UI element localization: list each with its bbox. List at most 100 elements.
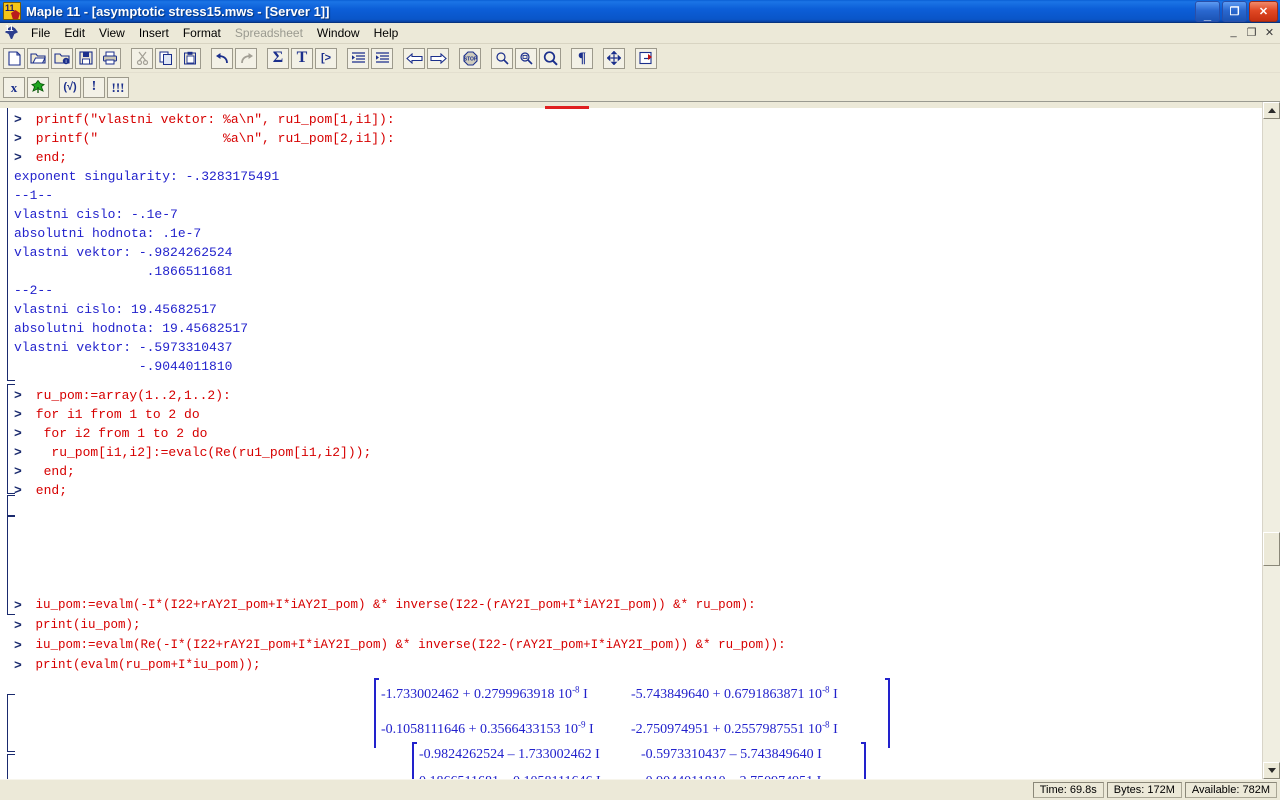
worksheet-canvas[interactable]: > printf("vlastni vektor: %a\n", ru1_pom… bbox=[0, 102, 1262, 779]
mdi-restore-button[interactable]: ❐ bbox=[1244, 25, 1259, 39]
status-time: Time: 69.8s bbox=[1032, 782, 1104, 798]
execution-group[interactable]: > iu_pom:=evalm(Re(-I*(I22+rAY2I_pom+I*i… bbox=[0, 636, 1262, 655]
scrollbar-track[interactable] bbox=[1263, 119, 1280, 762]
input-line[interactable]: > print(evalm(ru_pom+I*iu_pom)); bbox=[0, 656, 1262, 675]
new-document-button[interactable] bbox=[3, 47, 25, 69]
zoom-in-button[interactable] bbox=[539, 47, 561, 69]
toolbar-separator bbox=[482, 48, 490, 68]
execution-group[interactable]: > print(evalm(ru_pom+I*iu_pom)); bbox=[0, 656, 1262, 675]
menu-view[interactable]: View bbox=[92, 24, 132, 42]
restart-button[interactable] bbox=[635, 47, 657, 69]
matrix-row: -0.9824262524 – 1.733002462 I -0.5973310… bbox=[419, 742, 859, 768]
toolbar-separator bbox=[50, 77, 58, 97]
matrix-row: -1.733002462 + 0.2799963918 10-8 I -5.74… bbox=[381, 678, 883, 712]
output-line: absolutni hodnota: 19.45682517 bbox=[14, 321, 249, 336]
save-button[interactable] bbox=[75, 47, 97, 69]
output-line: vlastni vektor: -.9824262524 bbox=[14, 245, 233, 260]
partial-input-line bbox=[545, 106, 589, 109]
undo-button[interactable] bbox=[211, 47, 233, 69]
document-maple-icon: 11 bbox=[3, 24, 20, 41]
close-icon: ✕ bbox=[1258, 5, 1269, 18]
zoom-fit-button[interactable] bbox=[515, 47, 537, 69]
pan-button[interactable] bbox=[603, 47, 625, 69]
svg-text:i: i bbox=[65, 59, 66, 65]
output-line: -.9044011810 bbox=[14, 359, 233, 374]
menu-window[interactable]: Window bbox=[310, 24, 367, 42]
minimize-button[interactable]: _ bbox=[1195, 1, 1220, 22]
execute-all-button[interactable]: !!! bbox=[107, 76, 129, 98]
context-toolbar: x (√) ! !!! bbox=[0, 73, 1280, 102]
paste-button[interactable] bbox=[179, 47, 201, 69]
menu-file[interactable]: File bbox=[24, 24, 57, 42]
input-line[interactable]: > printf(" %a\n", ru1_pom[2,i1]): bbox=[0, 129, 1262, 148]
maple-application-window: 11 Maple 11 - [asymptotic stress15.mws -… bbox=[0, 0, 1280, 800]
input-line[interactable]: > end; bbox=[0, 462, 1262, 481]
input-line[interactable]: > for i1 from 1 to 2 do bbox=[0, 405, 1262, 424]
execution-group[interactable]: > ru_pom:=array(1..2,1..2): > for i1 fro… bbox=[0, 386, 1262, 500]
execution-group[interactable]: > print(iu_pom); bbox=[0, 616, 1262, 635]
maximize-button[interactable]: ❐ bbox=[1222, 1, 1247, 22]
show-marks-button[interactable]: ¶ bbox=[571, 47, 593, 69]
scrollbar-thumb[interactable] bbox=[1263, 532, 1280, 566]
toolbar-separator bbox=[338, 48, 346, 68]
minimize-icon: _ bbox=[1203, 7, 1212, 22]
remove-output-button[interactable]: x bbox=[3, 76, 25, 98]
zoom-out-button[interactable] bbox=[491, 47, 513, 69]
input-line[interactable]: > end; bbox=[0, 481, 1262, 500]
toolbar-separator bbox=[258, 48, 266, 68]
print-button[interactable] bbox=[99, 47, 121, 69]
menu-edit[interactable]: Edit bbox=[57, 24, 92, 42]
scroll-down-arrow-icon bbox=[1267, 768, 1276, 773]
input-line[interactable]: > for i2 from 1 to 2 do bbox=[0, 424, 1262, 443]
vertical-scrollbar[interactable] bbox=[1262, 102, 1280, 779]
menu-insert[interactable]: Insert bbox=[132, 24, 176, 42]
close-button[interactable]: ✕ bbox=[1249, 1, 1278, 22]
execute-worksheet-button[interactable]: ! bbox=[83, 76, 105, 98]
status-bytes: Bytes: 172M bbox=[1106, 782, 1182, 798]
outdent-button[interactable] bbox=[347, 47, 369, 69]
svg-text:STOP: STOP bbox=[463, 56, 477, 62]
execution-group[interactable]: > printf("vlastni vektor: %a\n", ru1_pom… bbox=[0, 110, 1262, 376]
input-line[interactable]: > ru_pom:=array(1..2,1..2): bbox=[0, 386, 1262, 405]
insert-math-button[interactable]: Σ bbox=[267, 47, 289, 69]
matrix-cell: 0.1866511681 – 0.1058111646 I bbox=[419, 768, 641, 779]
copy-button[interactable] bbox=[155, 47, 177, 69]
prompt-marker: > bbox=[14, 598, 22, 613]
maple-input-button[interactable] bbox=[27, 76, 49, 98]
matrix-left-bracket bbox=[410, 742, 419, 779]
forward-button[interactable] bbox=[427, 47, 449, 69]
mdi-minimize-button[interactable]: _ bbox=[1226, 25, 1241, 39]
menu-bar: 11 File Edit View Insert Format Spreadsh… bbox=[0, 23, 1280, 44]
input-line[interactable]: > printf("vlastni vektor: %a\n", ru1_pom… bbox=[0, 110, 1262, 129]
prompt-marker: > bbox=[14, 483, 22, 498]
matrix-right-bracket bbox=[859, 742, 868, 779]
insert-text-button[interactable]: T bbox=[291, 47, 313, 69]
input-line[interactable]: > ru_pom[i1,i2]:=evalc(Re(ru1_pom[i1,i2]… bbox=[0, 443, 1262, 462]
input-line[interactable]: > print(iu_pom); bbox=[0, 616, 1262, 635]
redo-button[interactable] bbox=[235, 47, 257, 69]
execute-selection-button[interactable]: (√) bbox=[59, 76, 81, 98]
open-url-button[interactable]: i bbox=[51, 47, 73, 69]
execution-group[interactable]: > iu_pom:=evalm(-I*(I22+rAY2I_pom+I*iAY2… bbox=[0, 596, 1262, 615]
matrix-right-bracket bbox=[883, 678, 892, 748]
window-title: Maple 11 - [asymptotic stress15.mws - [S… bbox=[26, 3, 330, 19]
input-line[interactable]: > iu_pom:=evalm(-I*(I22+rAY2I_pom+I*iAY2… bbox=[0, 596, 1262, 615]
open-button[interactable] bbox=[27, 47, 49, 69]
matrix-output-2: -0.9824262524 – 1.733002462 I -0.5973310… bbox=[410, 742, 868, 779]
prompt-marker: > bbox=[14, 426, 22, 441]
menu-format[interactable]: Format bbox=[176, 24, 228, 42]
scroll-up-button[interactable] bbox=[1263, 102, 1280, 119]
execution-group-bracket bbox=[7, 754, 15, 779]
back-button[interactable] bbox=[403, 47, 425, 69]
mdi-close-button[interactable]: ✕ bbox=[1262, 25, 1277, 39]
input-line[interactable]: > iu_pom:=evalm(Re(-I*(I22+rAY2I_pom+I*i… bbox=[0, 636, 1262, 655]
stop-button[interactable]: STOP bbox=[459, 47, 481, 69]
scroll-down-button[interactable] bbox=[1263, 762, 1280, 779]
insert-prompt-button[interactable]: [> bbox=[315, 47, 337, 69]
menu-help[interactable]: Help bbox=[367, 24, 406, 42]
cut-button[interactable] bbox=[131, 47, 153, 69]
input-line[interactable]: > end; bbox=[0, 148, 1262, 167]
indent-button[interactable] bbox=[371, 47, 393, 69]
matrix-cell: -0.9044011810 – 2.750974951 I bbox=[641, 768, 859, 779]
prompt-marker: > bbox=[14, 112, 22, 127]
